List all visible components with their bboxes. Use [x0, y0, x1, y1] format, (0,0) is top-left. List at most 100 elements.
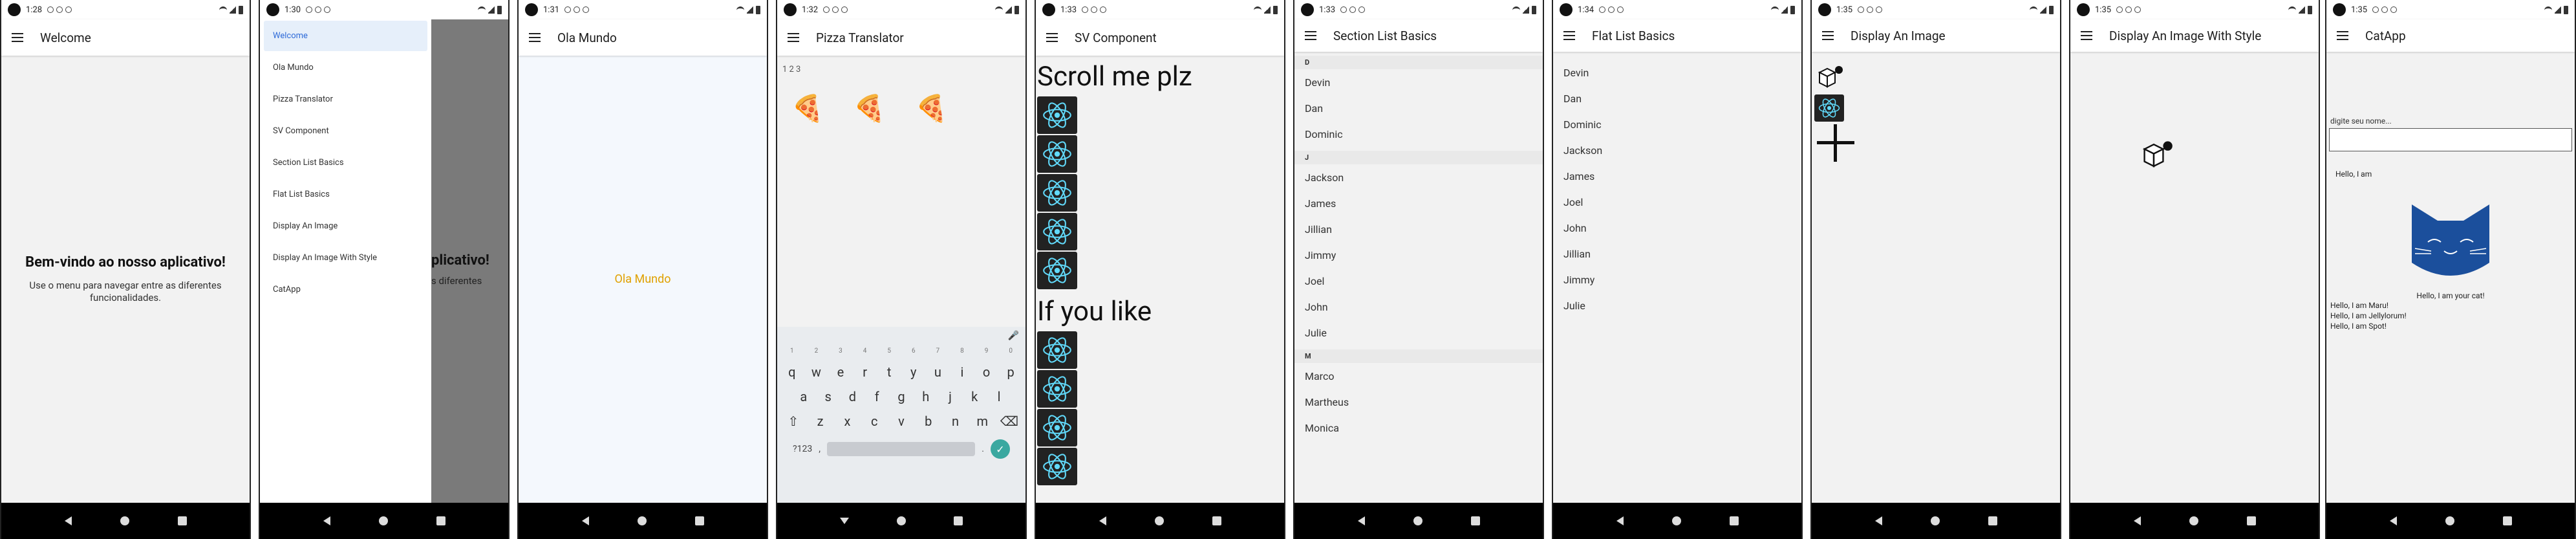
kb-key[interactable]: y	[903, 364, 925, 380]
drawer-item-flat-list-basics[interactable]: Flat List Basics	[264, 179, 427, 210]
menu-icon[interactable]	[2081, 31, 2092, 40]
recents-icon[interactable]	[694, 516, 704, 525]
home-icon[interactable]	[2445, 516, 2454, 525]
kb-key[interactable]: m	[971, 413, 993, 429]
kb-key[interactable]: o	[976, 364, 998, 380]
kb-key[interactable]: g	[890, 389, 912, 404]
back-icon[interactable]	[581, 516, 589, 525]
name-input[interactable]	[2329, 128, 2572, 151]
back-icon[interactable]	[2133, 516, 2141, 525]
kb-key[interactable]: c	[863, 413, 885, 429]
recents-icon[interactable]	[1988, 516, 1997, 525]
cat-caption: Hello, I am your cat!	[2416, 291, 2485, 300]
symbols-key[interactable]: ?123	[793, 444, 812, 454]
kb-key[interactable]: h	[915, 389, 937, 404]
back-icon[interactable]	[1874, 516, 1882, 525]
drawer-item-ola-mundo[interactable]: Ola Mundo	[264, 52, 427, 83]
kb-key[interactable]: w	[805, 364, 827, 380]
kb-key[interactable]: j	[939, 389, 961, 404]
drawer-item-section-list-basics[interactable]: Section List Basics	[264, 148, 427, 178]
flat-list[interactable]: Devin Dan Dominic Jackson James Joel Joh…	[1553, 52, 1801, 503]
notification-icon	[823, 6, 830, 13]
back-icon[interactable]	[64, 516, 72, 525]
microphone-icon[interactable]: 🎤	[1008, 331, 1019, 347]
menu-icon[interactable]	[1046, 33, 1058, 42]
menu-icon[interactable]	[12, 33, 23, 42]
comma-key[interactable]: ,	[819, 444, 821, 454]
hide-keyboard-icon[interactable]	[840, 518, 849, 524]
kb-key[interactable]: a	[793, 389, 815, 404]
back-icon[interactable]	[1099, 516, 1106, 525]
recents-icon[interactable]	[2246, 516, 2256, 525]
section-list[interactable]: D Devin Dan Dominic J Jackson James Jill…	[1294, 52, 1543, 503]
list-item: Jackson	[1563, 144, 1603, 157]
kb-key[interactable]: i	[951, 364, 973, 380]
space-bar[interactable]	[827, 442, 976, 456]
welcome-content: Bem-vindo ao nosso aplicativo! Use o men…	[1, 56, 250, 503]
back-icon[interactable]	[323, 516, 330, 525]
notification-icon	[2390, 6, 2398, 13]
wifi-icon	[736, 6, 744, 13]
kb-key[interactable]: z	[810, 413, 832, 429]
wifi-icon	[2288, 6, 2296, 13]
home-icon[interactable]	[1671, 516, 1681, 525]
recents-icon[interactable]	[1470, 516, 1480, 525]
kb-key[interactable]: l	[988, 389, 1010, 404]
notification-icon	[2372, 6, 2379, 13]
enter-check-icon[interactable]: ✓	[991, 439, 1010, 459]
wifi-icon	[1254, 6, 1261, 13]
menu-icon[interactable]	[529, 33, 541, 42]
pizza-text-input[interactable]: 1 2 3	[782, 65, 1020, 78]
kb-key[interactable]: u	[927, 364, 949, 380]
kb-key[interactable]: v	[890, 413, 912, 429]
drawer-item-pizza-translator[interactable]: Pizza Translator	[264, 84, 427, 115]
recents-icon[interactable]	[1729, 516, 1739, 525]
drawer-item-display-an-image[interactable]: Display An Image	[264, 211, 427, 241]
back-icon[interactable]	[2389, 516, 2397, 525]
home-icon[interactable]	[120, 516, 129, 525]
recents-icon[interactable]	[177, 516, 187, 525]
recents-icon[interactable]	[954, 516, 963, 525]
drawer-item-welcome[interactable]: Welcome	[264, 21, 427, 51]
drawer-scrim[interactable]: plicativo! s diferentes	[431, 19, 508, 503]
kb-key[interactable]: p	[1000, 364, 1022, 380]
menu-icon[interactable]	[1822, 31, 1834, 40]
kb-key[interactable]: t	[878, 364, 900, 380]
ola-message: Ola Mundo	[614, 272, 671, 286]
kb-key[interactable]: f	[866, 389, 888, 404]
home-icon[interactable]	[2189, 516, 2198, 525]
drawer-item-sv-component[interactable]: SV Component	[264, 116, 427, 146]
recents-icon[interactable]	[436, 516, 445, 525]
menu-icon[interactable]	[2337, 31, 2348, 40]
home-icon[interactable]	[378, 516, 388, 525]
menu-icon[interactable]	[1563, 31, 1575, 40]
home-icon[interactable]	[1413, 516, 1422, 525]
recents-icon[interactable]	[2502, 516, 2512, 525]
home-icon[interactable]	[1930, 516, 1940, 525]
kb-key[interactable]: e	[830, 364, 852, 380]
kb-key[interactable]: s	[817, 389, 839, 404]
drawer-item-display-an-image-with-style[interactable]: Display An Image With Style	[264, 243, 427, 273]
kb-key[interactable]: d	[841, 389, 863, 404]
menu-icon[interactable]	[1305, 31, 1316, 40]
shift-icon[interactable]: ⇧	[782, 413, 804, 429]
period-key[interactable]: .	[982, 444, 984, 454]
sv-scroll-content[interactable]: Scroll me plz If you like	[1036, 56, 1284, 503]
react-logo-icon	[1037, 409, 1077, 446]
kb-key[interactable]: r	[854, 364, 876, 380]
menu-icon[interactable]	[788, 33, 799, 42]
kb-key[interactable]: x	[836, 413, 858, 429]
kb-key[interactable]: b	[918, 413, 939, 429]
kb-key[interactable]: n	[944, 413, 966, 429]
back-icon[interactable]	[1616, 516, 1624, 525]
kb-key[interactable]: k	[963, 389, 985, 404]
kb-key[interactable]: q	[781, 364, 803, 380]
home-icon[interactable]	[637, 516, 647, 525]
back-icon[interactable]	[1357, 516, 1365, 525]
recents-icon[interactable]	[1212, 516, 1221, 525]
react-logo-icon	[1037, 331, 1077, 369]
drawer-item-catapp[interactable]: CatApp	[264, 274, 427, 305]
home-icon[interactable]	[897, 516, 906, 525]
backspace-icon[interactable]: ⌫	[998, 413, 1020, 429]
home-icon[interactable]	[1154, 516, 1164, 525]
